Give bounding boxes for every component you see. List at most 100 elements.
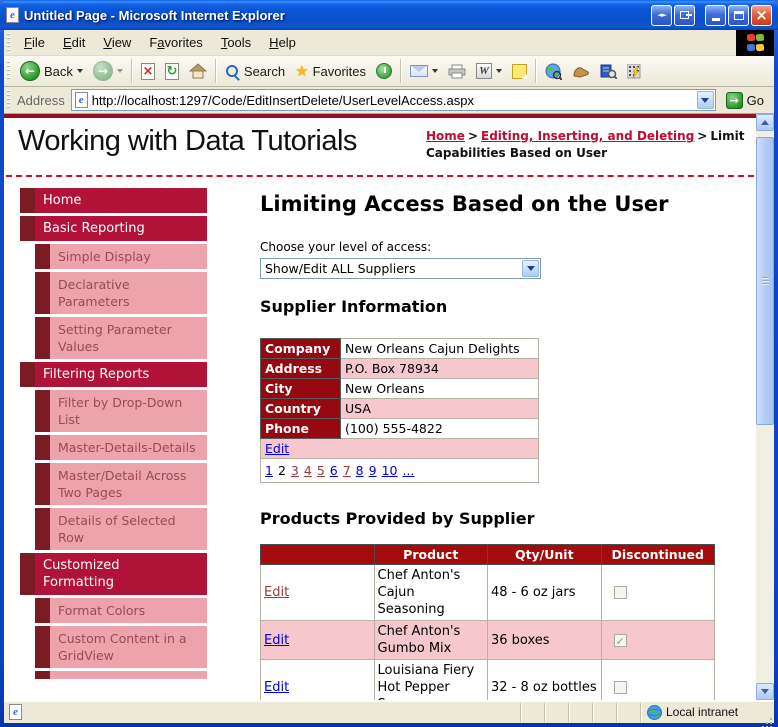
menu-item-file[interactable]: File [15,31,54,54]
hand-tool-button[interactable] [567,57,595,85]
home-button[interactable] [184,57,212,85]
back-button[interactable]: ← Back [15,57,88,85]
page-link-10[interactable]: 10 [382,463,398,478]
breadcrumb-separator: > [467,129,478,143]
address-dropdown-button[interactable] [696,91,714,109]
access-level-select[interactable]: Show/Edit ALL Suppliers [260,258,541,279]
switch-window-button[interactable]: ◄► [651,4,672,26]
status-pane [616,702,640,722]
page-link-8[interactable]: 8 [356,463,364,478]
supplier-field-value: USA [340,398,539,419]
sidebar-item-declarative-parameters[interactable]: Declarative Parameters [35,272,207,314]
forward-button[interactable]: → [88,57,128,85]
title-bar[interactable]: e Untitled Page - Microsoft Internet Exp… [0,0,778,30]
supplier-row-city: City New Orleans [260,378,539,399]
minimize-button[interactable] [705,4,726,26]
product-edit-link[interactable]: Edit [264,680,289,695]
menu-item-help[interactable]: Help [260,31,305,54]
page-link-[interactable]: ... [402,463,414,478]
products-header-edit [260,544,375,565]
edit-dropdown-icon[interactable] [496,69,503,73]
sidebar-item-custom-content-in-a-gridview[interactable]: Custom Content in a GridView [35,626,207,668]
sidebar-item-setting-parameter-values[interactable]: Setting Parameter Values [35,317,207,359]
page-link-4[interactable]: 4 [304,463,312,478]
product-edit-link[interactable]: Edit [264,633,289,648]
addressbar-drag-handle[interactable] [6,90,11,110]
mail-button[interactable] [405,57,443,85]
status-pane [544,702,568,722]
sidebar-item-cutoff[interactable] [35,671,207,679]
supplier-field-label: Country [260,398,341,419]
mail-dropdown-icon[interactable] [432,69,439,73]
edit-with-word-button[interactable]: W [471,57,507,85]
back-dropdown-icon[interactable] [76,69,83,73]
status-pane [568,702,592,722]
menu-item-tools[interactable]: Tools [212,31,260,54]
stop-button[interactable]: × [136,57,160,85]
menu-item-favorites[interactable]: Favorites [140,31,211,54]
discontinued-checkbox[interactable] [613,586,627,599]
breadcrumb-link-home[interactable]: Home [426,129,465,143]
page-link-6[interactable]: 6 [330,463,338,478]
sidebar-item-format-colors[interactable]: Format Colors [35,598,207,623]
toolbar-separator [214,59,217,83]
validator-button[interactable] [622,57,647,85]
sidebar-item-basic-reporting[interactable]: Basic Reporting [20,216,207,241]
sidebar-item-master-details-details[interactable]: Master-Details-Details [35,435,207,460]
search-button[interactable]: Search [220,57,290,85]
page-link-3[interactable]: 3 [291,463,299,478]
go-button[interactable]: → Go [720,88,770,112]
notes-button[interactable] [507,57,532,85]
discontinued-checkbox[interactable]: ✓ [613,633,627,648]
menu-item-view[interactable]: View [94,31,140,54]
scrollbar-thumb[interactable] [756,137,774,425]
sidebar-item-filtering-reports[interactable]: Filtering Reports [20,362,207,387]
menubar-drag-handle[interactable] [6,32,11,53]
discontinued-checkbox[interactable] [613,681,627,694]
address-url[interactable]: http://localhost:1297/Code/EditInsertDel… [92,93,697,108]
status-pane [520,702,544,722]
product-edit-link[interactable]: Edit [264,585,289,600]
page-current: 2 [277,463,286,478]
sidebar-item-customized-formatting[interactable]: Customized Formatting [20,553,207,595]
select-dropdown-button[interactable] [522,260,539,277]
sidebar-item-label: Custom Content in a GridView [58,631,187,663]
page-link-9[interactable]: 9 [369,463,377,478]
maximize-button[interactable] [728,4,749,26]
address-label: Address [17,92,65,108]
favorites-button[interactable]: ★ Favorites [290,57,371,85]
sidebar-item-simple-display[interactable]: Simple Display [35,244,207,269]
page-link-7[interactable]: 7 [343,463,351,478]
vertical-scrollbar[interactable] [756,114,774,700]
supplier-edit-link[interactable]: Edit [265,441,289,456]
history-button[interactable] [371,57,397,85]
supplier-section-title: Supplier Information [260,297,448,316]
favorites-label: Favorites [312,63,367,79]
research-button[interactable] [595,57,622,85]
scroll-up-button[interactable] [756,114,774,131]
sidebar-item-filter-by-drop-down-list[interactable]: Filter by Drop-Down List [35,390,207,432]
breadcrumb-link-editing-inserting-and-deleting[interactable]: Editing, Inserting, and Deleting [481,129,694,143]
menu-item-edit[interactable]: Edit [54,31,94,54]
page-link-1[interactable]: 1 [265,463,273,478]
sidebar-item-details-of-selected-row[interactable]: Details of Selected Row [35,508,207,550]
product-name-cell: Chef Anton's Cajun Seasoning [373,564,488,621]
toolbar-drag-handle[interactable] [6,61,11,81]
print-button[interactable] [443,57,471,85]
sidebar-item-marker [20,216,35,241]
discuss-button[interactable] [540,57,567,85]
ie-page-icon: e [9,704,22,720]
hand-icon [573,67,589,78]
popout-button[interactable] [674,4,695,26]
sidebar-item-master-detail-across-two-pages[interactable]: Master/Detail Across Two Pages [35,463,207,505]
resize-grip[interactable] [758,703,774,722]
supplier-field-value: (100) 555-4822 [340,418,539,439]
refresh-button[interactable]: ↻ [160,57,184,85]
address-input[interactable]: e http://localhost:1297/Code/EditInsertD… [70,89,716,111]
scroll-down-button[interactable] [756,683,774,700]
page-link-5[interactable]: 5 [317,463,325,478]
close-button[interactable]: × [751,4,772,26]
access-level-selected-value: Show/Edit ALL Suppliers [265,261,416,276]
product-qty-cell: 48 - 6 oz jars [487,564,602,621]
sidebar-item-home[interactable]: Home [20,188,207,213]
